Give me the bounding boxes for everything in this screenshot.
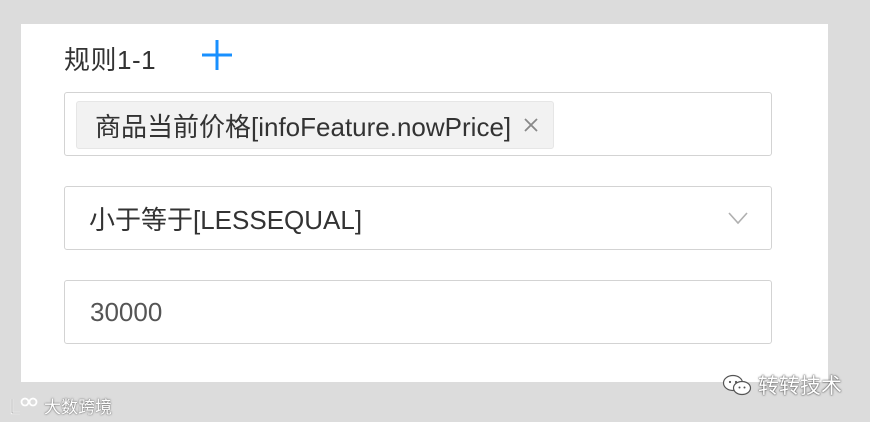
- rule-title: 规则1-1: [64, 44, 157, 75]
- wechat-icon: [722, 374, 752, 396]
- value-input[interactable]: [66, 282, 770, 342]
- plus-icon: [202, 40, 232, 70]
- value-field[interactable]: [64, 280, 772, 344]
- watermark-text: 大数跨境: [44, 398, 112, 417]
- operator-selected-value: 小于等于[LESSEQUAL]: [89, 204, 363, 235]
- selected-field-tag: 商品当前价格[infoFeature.nowPrice]: [76, 101, 555, 149]
- wechat-account-name: 转转技术: [758, 375, 842, 398]
- close-icon: [524, 118, 538, 132]
- field-select[interactable]: 商品当前价格[infoFeature.nowPrice]: [64, 92, 772, 156]
- add-rule-button[interactable]: [199, 37, 235, 73]
- tag-remove-button[interactable]: [523, 117, 539, 133]
- watermark-logo-icon: [10, 397, 38, 414]
- wechat-source: 转转技术: [722, 370, 842, 400]
- chevron-down-icon: [728, 212, 748, 225]
- watermark: 大数跨境: [8, 393, 112, 418]
- operator-select[interactable]: 小于等于[LESSEQUAL]: [64, 186, 772, 250]
- tag-label: 商品当前价格[infoFeature.nowPrice]: [95, 111, 512, 142]
- rule-card: 规则1-1 商品当前价格[infoFeature.nowPrice] 小于等于[…: [21, 24, 828, 382]
